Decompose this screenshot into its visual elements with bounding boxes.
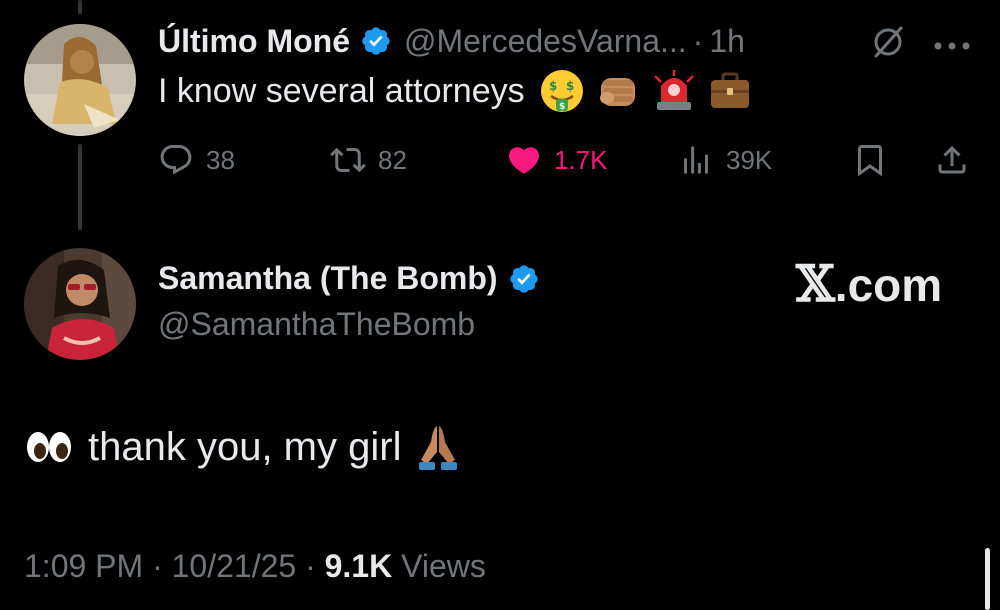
thread-line-top (78, 0, 82, 14)
tweet1-text-row: I know several attorneys $ $ $ (158, 68, 753, 114)
tweet1-separator: · (692, 22, 704, 59)
tweet1-action-bar: 38 82 1.7K 39K (158, 138, 974, 182)
like-count: 1.7K (554, 144, 608, 175)
verified-badge-icon (508, 263, 540, 295)
tweet1-timestamp[interactable]: 1h (709, 23, 745, 60)
share-icon (938, 145, 966, 174)
reply-icon (160, 145, 192, 175)
reply-count: 38 (206, 144, 235, 175)
like-button[interactable]: 1.7K (506, 138, 608, 182)
oncoming-fist-emoji-icon (595, 68, 641, 114)
watermark-domain: .com (834, 259, 943, 311)
avatar-ultimo-mone[interactable] (24, 24, 136, 136)
tweet1-header: Último Moné @MercedesVarna... · 1h (158, 18, 745, 64)
views-chart-icon (684, 146, 708, 174)
repost-count: 82 (378, 144, 407, 175)
briefcase-emoji-icon (707, 68, 753, 114)
folded-hands-emoji-icon (413, 422, 463, 472)
tweet1-display-name[interactable]: Último Moné (158, 23, 350, 60)
tweet2-date[interactable]: 10/21/25 (172, 548, 297, 584)
share-button[interactable] (934, 138, 970, 182)
scroll-indicator[interactable] (985, 548, 990, 610)
tweet2-time[interactable]: 1:09 PM (24, 548, 143, 584)
meta-separator: · (305, 548, 316, 584)
heart-filled-icon (508, 147, 540, 174)
tweet2-display-name[interactable]: Samantha (The Bomb) (158, 260, 498, 297)
thread-line-bottom (78, 144, 82, 230)
more-options-icon[interactable] (932, 38, 972, 50)
tweet2-handle[interactable]: @SamanthaTheBomb (158, 306, 475, 343)
money-mouth-face-emoji-icon: $ $ $ (539, 68, 585, 114)
svg-text:$: $ (566, 79, 574, 93)
repost-icon (330, 147, 366, 173)
x-logo-icon: 𝕏 (796, 254, 835, 313)
avatar-samantha[interactable] (24, 248, 136, 360)
police-light-emoji-icon (651, 68, 697, 114)
svg-text:$: $ (559, 102, 565, 112)
bookmark-button[interactable] (852, 138, 888, 182)
tweet2-meta: 1:09 PM · 10/21/25 · 9.1K Views (24, 548, 486, 585)
verified-badge-icon (360, 25, 392, 57)
tweet2-views-count[interactable]: 9.1K (325, 548, 393, 584)
grok-icon[interactable] (870, 24, 906, 60)
views-count: 39K (726, 144, 773, 175)
tweet2-name-row: Samantha (The Bomb) (158, 260, 540, 297)
reply-button[interactable]: 38 (158, 138, 235, 182)
x-com-watermark: 𝕏 .com (796, 254, 942, 313)
tweet2-body: thank you, my girl (24, 422, 463, 472)
views-button[interactable]: 39K (678, 138, 772, 182)
tweet2-body-text: thank you, my girl (88, 424, 402, 469)
bookmark-icon (858, 145, 882, 177)
svg-text:$: $ (549, 79, 557, 93)
tweet1-handle[interactable]: @MercedesVarna... (404, 23, 687, 60)
eyes-emoji-icon (24, 422, 74, 472)
meta-separator: · (152, 548, 163, 584)
tweet1-text: I know several attorneys (158, 71, 525, 110)
tweet2-views-label: Views (401, 548, 486, 584)
repost-button[interactable]: 82 (330, 138, 407, 182)
